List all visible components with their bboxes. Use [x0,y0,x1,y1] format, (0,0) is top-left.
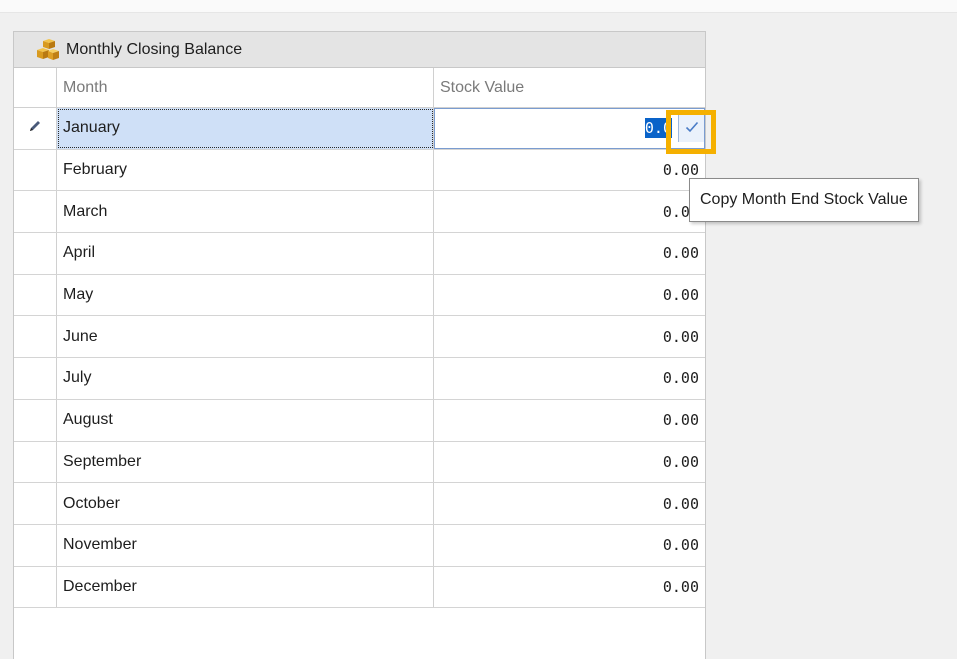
stock-value-cell[interactable]: 0.00 [434,191,705,232]
table-row[interactable]: December 0.00 [14,566,705,609]
month-cell[interactable]: July [57,358,434,399]
stock-value-editor[interactable]: 0.0 [441,109,704,148]
pencil-icon [28,119,42,138]
month-cell[interactable]: September [57,441,434,483]
row-indicator-cell[interactable] [14,191,57,233]
month-cell[interactable]: October [57,483,434,524]
row-indicator-cell[interactable] [14,441,57,483]
column-header-stock-value[interactable]: Stock Value [434,68,705,107]
app-window: Monthly Closing Balance Month Stock Valu… [0,0,957,659]
row-indicator-cell[interactable] [14,524,57,566]
table-row[interactable]: January 0.0 [14,108,705,150]
stock-value-input[interactable]: 0.0 [472,118,672,139]
stock-value-cell[interactable]: 0.00 [434,316,705,357]
boxes-icon [36,38,60,61]
month-cell[interactable]: April [57,233,434,274]
panel-header: Monthly Closing Balance [14,32,705,68]
table-row[interactable]: October 0.00 [14,483,705,525]
row-indicator-cell[interactable] [14,566,57,608]
monthly-closing-balance-panel: Monthly Closing Balance Month Stock Valu… [13,31,706,659]
selected-text: 0.0 [644,118,672,139]
month-cell[interactable]: February [57,149,434,191]
row-indicator-cell[interactable] [14,399,57,441]
row-indicator-cell[interactable] [14,483,57,524]
stock-value-cell[interactable]: 0.00 [434,150,705,191]
panel-title: Monthly Closing Balance [66,40,243,58]
month-cell[interactable]: August [57,399,434,441]
table-row[interactable]: June 0.00 [14,316,705,359]
copy-month-end-value-button[interactable] [678,114,704,143]
stock-value-cell[interactable]: 0.00 [434,400,705,441]
stock-value-cell[interactable]: 0.00 [434,483,705,524]
table-row[interactable]: August 0.00 [14,399,705,442]
stock-value-cell[interactable]: 0.00 [434,275,705,316]
stock-value-cell[interactable]: 0.00 [434,442,705,483]
row-indicator-cell[interactable] [14,274,57,316]
row-indicator-cell[interactable] [14,316,57,358]
balance-grid: Month Stock Value January 0.0 February 0.00… [14,68,705,609]
header-indicator-cell [14,68,57,107]
month-cell[interactable]: May [57,274,434,316]
copy-tooltip: Copy Month End Stock Value [689,178,919,222]
row-indicator-cell[interactable] [14,358,57,399]
grid-body: January 0.0 February 0.00 March 0.00 April 0.00… [14,108,705,609]
row-indicator-cell[interactable] [14,233,57,274]
stock-value-editor-cell[interactable]: 0.0 [434,108,705,149]
stock-value-cell[interactable]: 0.00 [434,525,705,566]
table-row[interactable]: April 0.00 [14,233,705,275]
month-cell[interactable]: March [57,191,434,233]
row-indicator-cell[interactable] [14,108,57,149]
table-row[interactable]: February 0.00 [14,149,705,192]
table-row[interactable]: September 0.00 [14,441,705,484]
column-header-month[interactable]: Month [57,68,434,107]
table-row[interactable]: March 0.00 [14,191,705,234]
grid-header-row: Month Stock Value [14,68,705,108]
stock-value-cell[interactable]: 0.00 [434,233,705,274]
month-cell[interactable]: November [57,524,434,566]
month-cell[interactable]: June [57,316,434,358]
stock-value-cell[interactable]: 0.00 [434,358,705,399]
row-indicator-cell[interactable] [14,149,57,191]
table-row[interactable]: May 0.00 [14,274,705,317]
top-strip [0,0,957,13]
month-cell[interactable]: January [57,108,434,149]
checkmark-icon [685,119,699,137]
month-cell[interactable]: December [57,566,434,608]
table-row[interactable]: July 0.00 [14,358,705,400]
table-row[interactable]: November 0.00 [14,524,705,567]
stock-value-cell[interactable]: 0.00 [434,567,705,608]
